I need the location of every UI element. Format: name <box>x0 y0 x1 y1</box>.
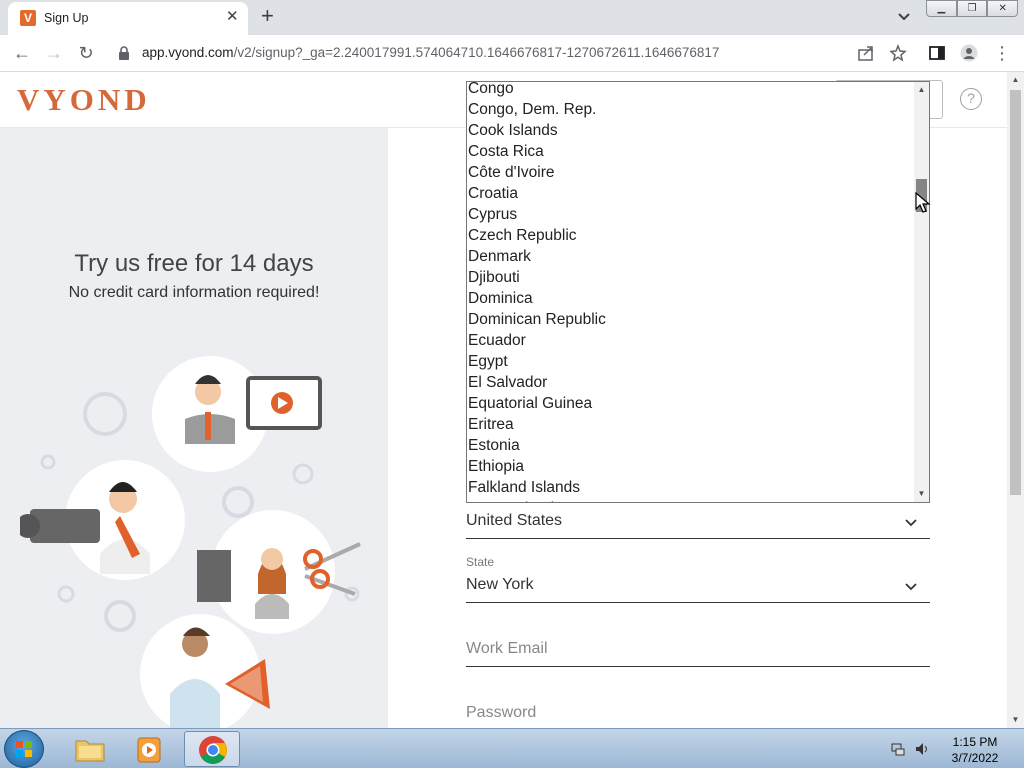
side-panel-icon[interactable] <box>928 44 946 62</box>
country-option[interactable]: Croatia <box>467 183 915 204</box>
clock-time[interactable]: 1:15 PM <box>940 735 1010 749</box>
country-options: Congo Congo, Dem. Rep. Cook Islands Costa R… <box>467 82 915 502</box>
page-scroll-thumb[interactable] <box>1010 90 1021 495</box>
lock-icon[interactable] <box>118 46 130 60</box>
chevron-down-icon <box>905 519 917 527</box>
bookmark-star-icon[interactable] <box>889 44 907 62</box>
minimize-button[interactable]: ▁ <box>926 0 957 17</box>
characters-illustration <box>20 356 361 728</box>
volume-icon[interactable] <box>914 741 930 757</box>
profile-avatar-icon[interactable] <box>960 44 978 62</box>
vyond-favicon-icon: V <box>20 10 36 26</box>
scroll-down-arrow-icon[interactable]: ▼ <box>914 487 929 501</box>
country-option[interactable]: Congo, Dem. Rep. <box>467 99 915 120</box>
back-icon[interactable]: ← <box>10 41 34 65</box>
folder-icon <box>75 740 105 762</box>
country-option[interactable]: Equatorial Guinea <box>467 393 915 414</box>
browser-toolbar: ← → ↻ app.vyond.com/v2/signup?_ga=2.2400… <box>0 35 1024 72</box>
page-scroll-up-icon[interactable]: ▲ <box>1007 72 1024 88</box>
vyond-logo[interactable]: VYOND <box>17 82 151 118</box>
mouse-pointer-icon <box>915 192 931 213</box>
country-option[interactable]: Dominica <box>467 288 915 309</box>
chrome-icon <box>199 736 227 764</box>
windows-start-button[interactable] <box>4 730 44 768</box>
taskbar-file-explorer[interactable] <box>62 731 118 767</box>
country-option[interactable]: Djibouti <box>467 267 915 288</box>
country-option[interactable]: El Salvador <box>467 372 915 393</box>
close-window-button[interactable]: ✕ <box>987 0 1019 17</box>
clock-date[interactable]: 3/7/2022 <box>940 751 1010 765</box>
windows-logo-icon <box>16 741 32 757</box>
new-tab-icon[interactable]: + <box>261 5 274 27</box>
country-option[interactable]: Côte d'Ivoire <box>467 162 915 183</box>
country-option[interactable]: Cyprus <box>467 204 915 225</box>
country-option[interactable]: Ecuador <box>467 330 915 351</box>
reload-icon[interactable]: ↻ <box>74 41 98 65</box>
page-scrollbar[interactable]: ▲ ▼ <box>1007 72 1024 728</box>
country-option[interactable]: Eritrea <box>467 414 915 435</box>
taskbar-chrome[interactable] <box>184 731 240 767</box>
menu-kebab-icon[interactable]: ⋮ <box>990 41 1014 65</box>
taskbar-media-player[interactable] <box>122 731 178 767</box>
country-option[interactable]: Egypt <box>467 351 915 372</box>
page-scroll-down-icon[interactable]: ▼ <box>1007 712 1024 728</box>
email-placeholder: Work Email <box>466 640 548 657</box>
country-option[interactable]: Dominican Republic <box>467 309 915 330</box>
country-select[interactable]: United States <box>466 502 930 539</box>
dropdown-scrollbar[interactable]: ▲ ▼ <box>914 82 929 502</box>
system-tray: 1:15 PM 3/7/2022 <box>880 729 1024 768</box>
browser-tab[interactable]: V Sign Up ✕ <box>8 2 248 35</box>
state-select[interactable]: State New York <box>466 552 930 603</box>
window-controls: ▁ ❐ ✕ <box>926 0 1019 18</box>
country-option[interactable]: Cook Islands <box>467 120 915 141</box>
tab-title: Sign Up <box>44 11 89 25</box>
promo-title: Try us free for 14 days <box>74 250 314 277</box>
address-bar[interactable]: app.vyond.com/v2/signup?_ga=2.240017991.… <box>108 39 918 67</box>
country-option[interactable]: Estonia <box>467 435 915 456</box>
country-dropdown-list[interactable]: Congo Congo, Dem. Rep. Cook Islands Costa R… <box>466 81 930 503</box>
country-option[interactable]: Ethiopia <box>467 456 915 477</box>
country-option[interactable]: Denmark <box>467 246 915 267</box>
help-icon[interactable]: ? <box>960 88 982 110</box>
maximize-button[interactable]: ❐ <box>956 0 988 17</box>
share-icon[interactable] <box>857 44 875 62</box>
password-placeholder: Password <box>466 704 537 721</box>
password-input[interactable]: Password <box>466 697 930 728</box>
url-text: app.vyond.com/v2/signup?_ga=2.240017991.… <box>142 45 720 60</box>
scroll-up-arrow-icon[interactable]: ▲ <box>914 83 929 97</box>
country-option[interactable]: Falkland Islands <box>467 477 915 498</box>
country-option[interactable]: Czech Republic <box>467 225 915 246</box>
forward-icon[interactable]: → <box>42 41 66 65</box>
promo-panel: Try us free for 14 days No credit card i… <box>0 128 388 728</box>
network-icon[interactable] <box>890 741 906 757</box>
promo-subtitle: No credit card information required! <box>68 284 320 301</box>
tab-close-icon[interactable]: ✕ <box>226 8 239 26</box>
state-value: New York <box>466 576 534 593</box>
country-option[interactable]: Congo <box>467 82 915 99</box>
country-option[interactable]: Costa Rica <box>467 141 915 162</box>
tab-search-chevron-icon[interactable] <box>896 8 912 24</box>
os-taskbar: 1:15 PM 3/7/2022 <box>0 728 1024 768</box>
chevron-down-icon <box>905 583 917 591</box>
work-email-input[interactable]: Work Email <box>466 632 930 667</box>
media-player-icon <box>137 737 161 763</box>
country-option[interactable]: Faroe Islands <box>467 498 915 502</box>
country-value: United States <box>466 512 563 529</box>
state-label: State <box>466 555 495 569</box>
browser-tab-bar: V Sign Up ✕ + ▁ ❐ ✕ <box>0 0 1024 35</box>
